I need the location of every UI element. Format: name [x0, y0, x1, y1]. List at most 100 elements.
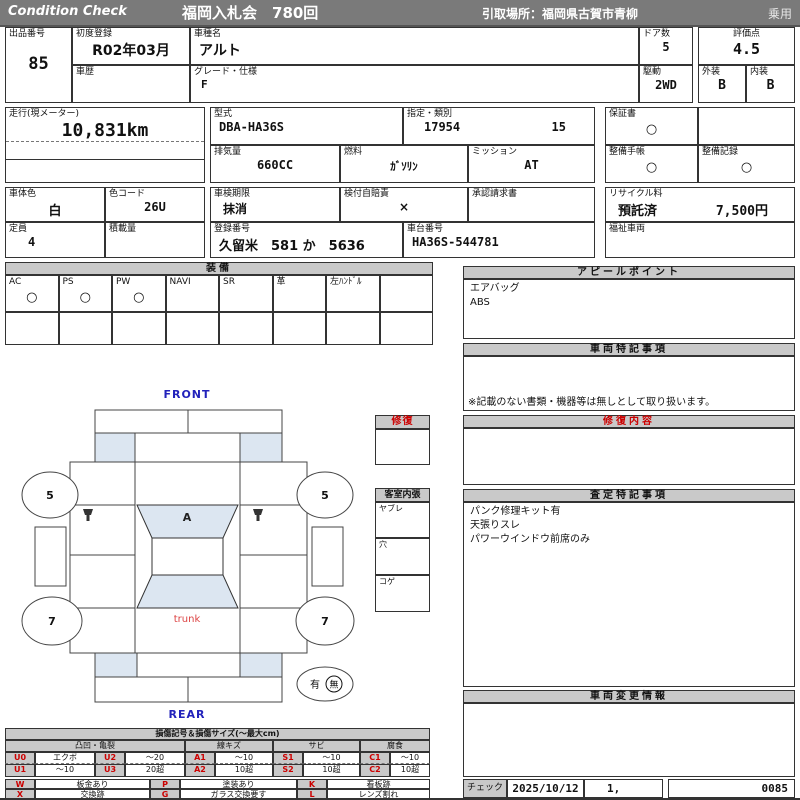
tire-front-right-depth: 5: [321, 489, 329, 502]
legend-code: K: [297, 779, 327, 789]
auction-sheet: Condition Check 福岡入札会 780回 引取場所：福岡県古賀市青柳…: [0, 0, 800, 800]
drive-label: 駆動: [643, 67, 662, 77]
legend-value: 塗装あり: [180, 779, 297, 789]
legend-group-scratch: 線キズ: [185, 740, 273, 752]
assessment-notes-box: パンク修理キット有 天張りスレ パワーウインドウ前席のみ: [463, 502, 795, 687]
warranty-cell: 保証書 ○: [605, 107, 698, 145]
drive-value: 2WD: [655, 78, 677, 92]
lot-number-label: 出品番号: [9, 29, 46, 39]
chassis-number-label: 車台番号: [407, 224, 444, 234]
legend-code: S2: [273, 764, 303, 777]
model-code-value: DBA-HA36S: [219, 120, 285, 134]
legend-code: U0: [5, 752, 35, 764]
interior-grade-label: 内装: [750, 67, 769, 77]
welfare-vehicle-cell: 福祉車両: [605, 222, 795, 258]
usage-type: 乗用: [767, 7, 792, 21]
warranty-label: 保証書: [609, 109, 637, 119]
equipment-cell-extra: [379, 275, 433, 312]
score-cell: 評価点 4.5: [698, 27, 795, 65]
divider: [6, 141, 204, 142]
check-number-cell: 0085: [668, 779, 795, 798]
welfare-vehicle-label: 福祉車両: [609, 224, 646, 234]
equipment-empty-cell: [165, 312, 219, 345]
drive-cell: 駆動 2WD: [639, 65, 693, 103]
taillamp-right: [239, 652, 283, 678]
headlamp-left: [94, 432, 136, 463]
appeal-points-header: アピールポイント: [463, 266, 795, 279]
assessment-notes-header: 査定特記事項: [463, 489, 795, 502]
equipment-cell-navi: NAVI: [165, 275, 219, 312]
rear-window: [136, 574, 239, 609]
side-sill-left: [34, 526, 67, 587]
legend-value: 20超: [125, 764, 185, 777]
load-capacity-cell: 積載量: [105, 222, 205, 258]
registration-number-value: 久留米 581 か 5636: [219, 239, 365, 254]
transmission-label: ミッション: [472, 147, 518, 157]
maintenance-record-label: 整備記録: [702, 147, 739, 157]
mileage-cell: 走行(現メーター) 10,831km: [5, 107, 205, 183]
taillamp-left: [94, 652, 138, 678]
interior-grade-cell: 内装 B: [746, 65, 795, 103]
check-label-cell: チェック: [463, 779, 507, 798]
recycle-fee-label: リサイクル料: [609, 189, 663, 199]
maintenance-book-cell: 整備手帳 ○: [605, 145, 698, 183]
lot-number-cell: 出品番号 85: [5, 27, 72, 103]
check-date-cell: 2025/10/12: [507, 779, 584, 798]
equipment-label: NAVI: [169, 277, 191, 287]
title-bar: Condition Check 福岡入札会 780回 引取場所：福岡県古賀市青柳…: [0, 0, 800, 27]
legend-code: C2: [360, 764, 390, 777]
appeal-points-box: エアバッグ ABS: [463, 279, 795, 339]
legend-value: ～20: [125, 752, 185, 764]
appeal-line: ABS: [470, 297, 490, 308]
mileage-value: 10,831km: [61, 120, 149, 141]
equipment-cell-ac: AC ○: [5, 275, 59, 312]
repair-content-box: [463, 428, 795, 485]
blank-cell: [698, 107, 795, 145]
car-damage-diagram: FRONT A trunk 5 5 7 7 REAR 有 無: [21, 388, 355, 721]
load-capacity-label: 積載量: [109, 224, 137, 234]
exterior-grade-label: 外装: [702, 67, 721, 77]
history-label: 車歴: [76, 67, 95, 77]
legend-value: 10超: [303, 764, 360, 777]
chassis-number-value: HA36S-544781: [412, 235, 499, 249]
equipment-cell-lhd: 左ﾊﾝﾄﾞﾙ: [326, 275, 380, 312]
equipment-value: ○: [133, 290, 145, 305]
recycle-fee-value: 7,500円: [715, 204, 768, 219]
transmission-cell: ミッション AT: [468, 145, 595, 183]
model-name-value: アルト: [199, 43, 241, 59]
assessment-line: パンク修理キット有: [470, 506, 561, 517]
equipment-cell-sr: SR: [219, 275, 273, 312]
model-code-cell: 型式 DBA-HA36S: [210, 107, 403, 145]
color-code-cell: 色コード 26U: [105, 187, 205, 222]
cabin-lining-burn-label: コゲ: [379, 577, 395, 586]
model-code-label: 型式: [214, 109, 233, 119]
doors-label: ドア数: [643, 29, 671, 39]
vehicle-change-box: [463, 703, 795, 777]
legend-value: ～10: [303, 752, 360, 764]
legend-value: ～10: [215, 752, 273, 764]
inspection-expiry-value: 抹消: [223, 202, 248, 216]
legend-value: 板金あり: [35, 779, 150, 789]
trunk-label: trunk: [174, 614, 201, 625]
inspection-expiry-cell: 車検期限 抹消: [210, 187, 340, 222]
legend-value: 10超: [215, 764, 273, 777]
equipment-label: 左ﾊﾝﾄﾞﾙ: [330, 277, 362, 287]
cabin-lining-tear-label: ヤブレ: [379, 504, 403, 513]
class-designation-cell: 指定・類別 17954 15: [403, 107, 595, 145]
legend-value: ～10: [35, 764, 95, 777]
equipment-label: AC: [9, 277, 22, 287]
mileage-label: 走行(現メーター): [9, 109, 80, 119]
tire-rear-right-depth: 7: [321, 615, 329, 628]
check-seq-value: 1,: [607, 782, 621, 795]
fuel-cell: 燃料 ｶﾞｿﾘﾝ: [340, 145, 468, 183]
first-registration-value: R02年03月: [92, 43, 170, 59]
auction-title: 福岡入札会 780回: [182, 4, 319, 22]
color-code-value: 26U: [144, 200, 166, 214]
insurance-value: ×: [398, 200, 410, 214]
legend-code: A2: [185, 764, 215, 777]
insurance-cell: 検付自賠責 ×: [340, 187, 468, 222]
equipment-cell-leather: 革: [272, 275, 326, 312]
displacement-cell: 排気量 660CC: [210, 145, 340, 183]
designation-number: 17954: [424, 120, 461, 134]
equipment-empty-cell: [112, 312, 166, 345]
